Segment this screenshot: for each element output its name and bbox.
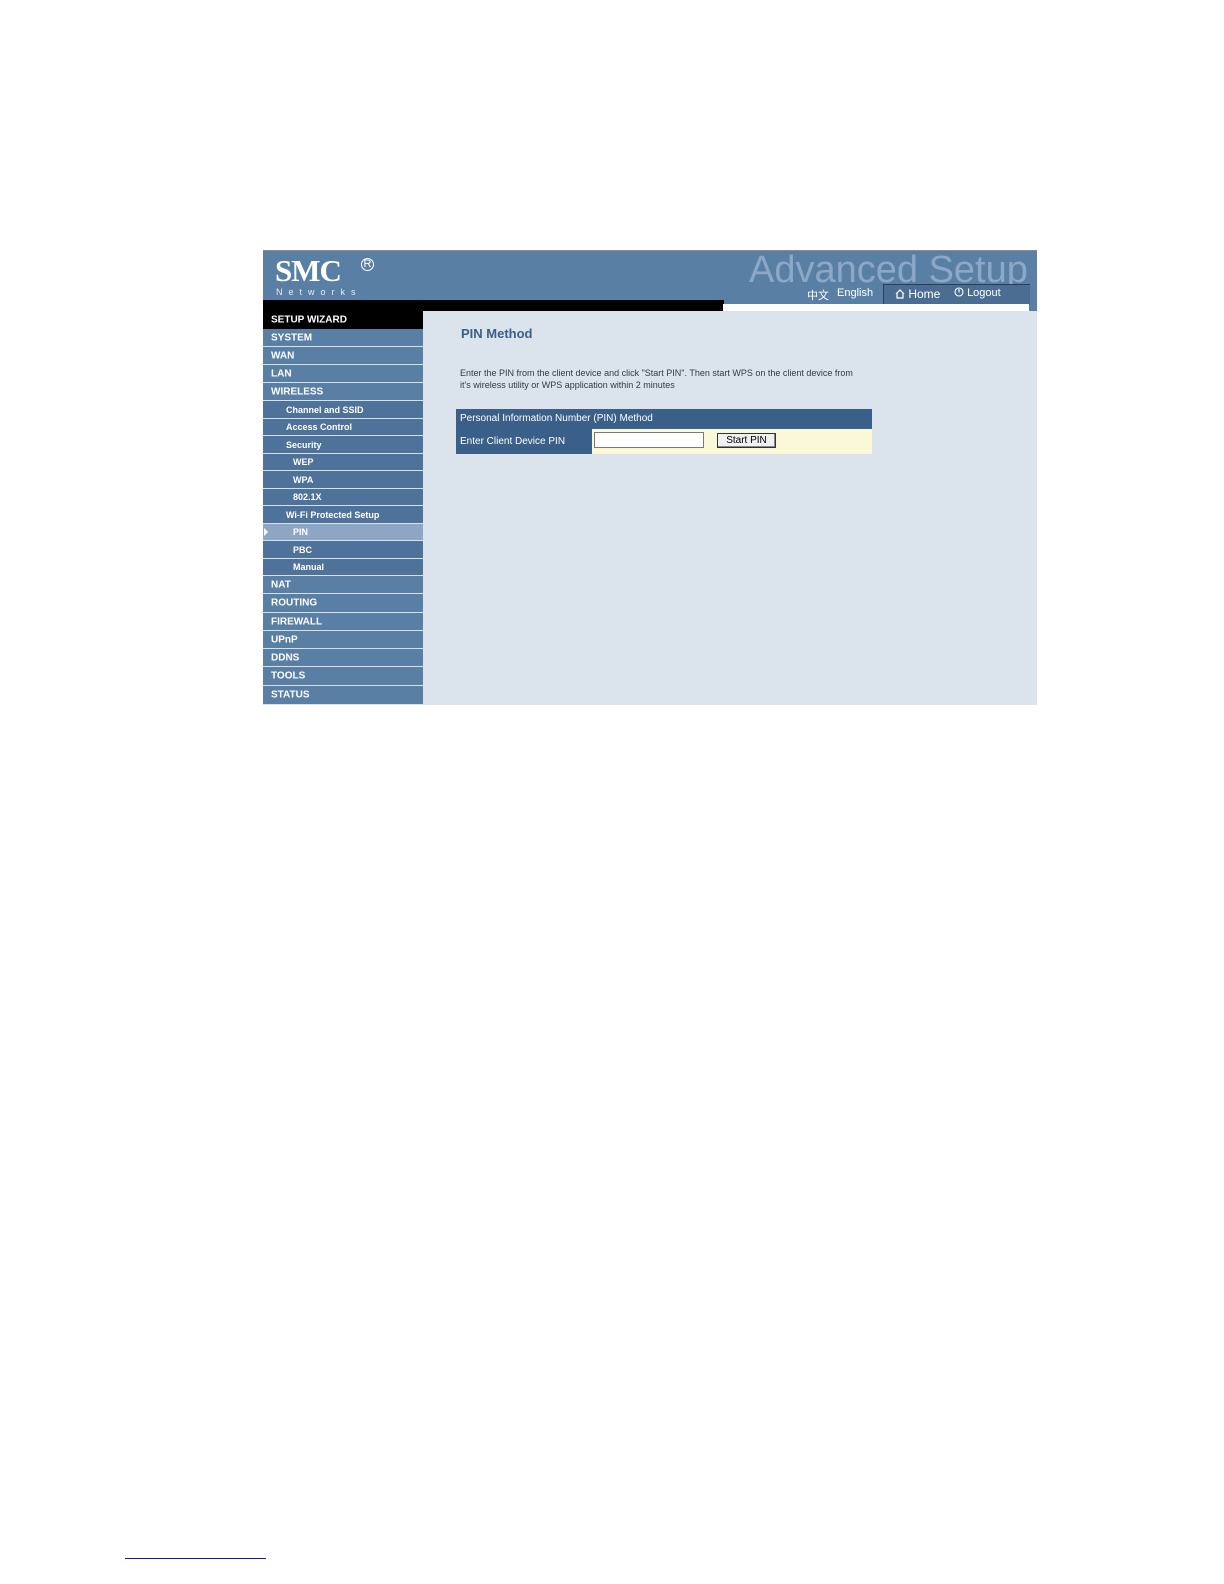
- sidebar-item-label: Channel and SSID: [286, 404, 364, 415]
- sidebar-item-pbc[interactable]: PBC: [263, 541, 423, 559]
- home-link[interactable]: Home: [895, 287, 940, 301]
- start-pin-button[interactable]: Start PIN: [717, 433, 776, 448]
- page-title: PIN Method: [461, 326, 533, 341]
- sidebar-item-firewall[interactable]: FIREWALL: [263, 613, 423, 631]
- sidebar-item-upnp[interactable]: UPnP: [263, 631, 423, 649]
- sidebar-item-system[interactable]: SYSTEM: [263, 329, 423, 347]
- sidebar-item-wep[interactable]: WEP: [263, 454, 423, 471]
- sidebar-item-label: WIRELESS: [271, 386, 324, 397]
- table-header: Personal Information Number (PIN) Method: [456, 409, 872, 429]
- sidebar-item-label: WPA: [293, 474, 314, 485]
- sidebar-item-label: Access Control: [286, 422, 353, 432]
- router-admin-window: SMC R Networks Advanced Setup 中文 English…: [263, 250, 1037, 705]
- sidebar-item-tools[interactable]: TOOLS: [263, 667, 423, 686]
- registered-mark: R: [361, 258, 374, 271]
- table-row: Enter Client Device PIN Start PIN: [456, 429, 872, 454]
- active-arrow-icon: [264, 528, 268, 536]
- header-underline: [723, 304, 1029, 311]
- sidebar-item-label: WEP: [293, 457, 314, 467]
- logo-text: SMC: [275, 253, 342, 288]
- sidebar-item-setup-wizard[interactable]: SETUP WIZARD: [263, 311, 423, 329]
- sidebar-item-pin[interactable]: PIN: [263, 524, 423, 541]
- footer-rule: [125, 1558, 266, 1559]
- sidebar-item-nat[interactable]: NAT: [263, 576, 423, 594]
- home-icon: [895, 289, 905, 299]
- sidebar-item-label: Wi-Fi Protected Setup: [286, 509, 380, 520]
- header-divider: [263, 300, 724, 311]
- sidebar-item-security[interactable]: Security: [263, 436, 423, 454]
- pin-field-label: Enter Client Device PIN: [456, 429, 592, 454]
- sidebar-item-label: LAN: [271, 368, 292, 379]
- sidebar-item-8021x[interactable]: 802.1X: [263, 489, 423, 506]
- sidebar-item-label: UPnP: [271, 634, 298, 645]
- sidebar-item-label: NAT: [271, 579, 291, 590]
- sidebar-item-label: SYSTEM: [271, 332, 313, 343]
- sidebar-item-label: PBC: [293, 544, 313, 555]
- sidebar-item-label: STATUS: [271, 689, 310, 701]
- main-content: PIN Method Enter the PIN from the client…: [423, 311, 1037, 705]
- sidebar-item-label: DDNS: [271, 652, 300, 663]
- sidebar-item-label: SETUP WIZARD: [271, 314, 347, 326]
- logout-link[interactable]: Logout: [954, 287, 1001, 299]
- client-pin-input[interactable]: [594, 432, 704, 448]
- sidebar-item-label: TOOLS: [271, 670, 306, 682]
- language-english-link[interactable]: English: [837, 287, 873, 299]
- language-chinese-link[interactable]: 中文: [807, 287, 829, 303]
- sidebar-item-manual[interactable]: Manual: [263, 559, 423, 576]
- sidebar-item-label: 802.1X: [293, 492, 322, 502]
- instructions-text: Enter the PIN from the client device and…: [460, 368, 853, 390]
- logo-subtext: Networks: [276, 287, 362, 297]
- sidebar-item-access-control[interactable]: Access Control: [263, 419, 423, 436]
- header: SMC R Networks Advanced Setup 中文 English…: [263, 251, 1037, 311]
- sidebar-item-label: Manual: [293, 562, 325, 572]
- sidebar-item-ddns[interactable]: DDNS: [263, 649, 423, 667]
- sidebar-item-wpa[interactable]: WPA: [263, 471, 423, 489]
- sidebar-item-label: ROUTING: [271, 597, 318, 609]
- header-toolbar: 中文 English Home Logout: [723, 284, 1030, 305]
- sidebar-nav: SETUP WIZARD SYSTEM WAN LAN WIRELESS Cha…: [263, 311, 423, 705]
- logout-label: Logout: [967, 287, 1001, 299]
- sidebar-item-channel-ssid[interactable]: Channel and SSID: [263, 401, 423, 419]
- power-icon: [954, 287, 964, 297]
- pin-method-table: Personal Information Number (PIN) Method…: [456, 409, 872, 454]
- sidebar-item-label: PIN: [293, 527, 309, 537]
- sidebar-item-wifi-protected-setup[interactable]: Wi-Fi Protected Setup: [263, 506, 423, 524]
- sidebar-item-label: WAN: [271, 350, 295, 361]
- smc-logo: SMC R Networks: [275, 253, 374, 297]
- sidebar-item-status[interactable]: STATUS: [263, 686, 423, 705]
- sidebar-item-lan[interactable]: LAN: [263, 365, 423, 383]
- sidebar-item-label: Security: [286, 439, 322, 450]
- sidebar-item-routing[interactable]: ROUTING: [263, 594, 423, 613]
- home-label: Home: [908, 287, 941, 301]
- sidebar-item-wan[interactable]: WAN: [263, 347, 423, 365]
- sidebar-item-wireless[interactable]: WIRELESS: [263, 383, 423, 401]
- sidebar-item-label: FIREWALL: [271, 616, 323, 627]
